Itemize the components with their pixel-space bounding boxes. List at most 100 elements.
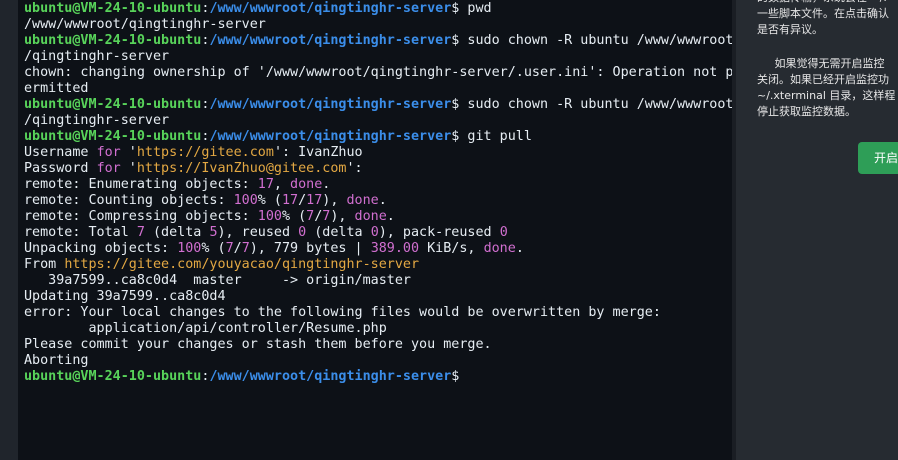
output-segment: . bbox=[378, 193, 387, 208]
output-segment: 5 bbox=[209, 225, 218, 240]
prompt-line: ubuntu@VM-24-10-ubuntu:/www/wwwroot/qing… bbox=[24, 369, 732, 385]
output-segment: (delta bbox=[144, 225, 210, 240]
prompt-command: $ sudo chown -R ubuntu /www/wwwroot bbox=[451, 97, 732, 112]
prompt-command: $ git pull bbox=[451, 129, 532, 144]
output-segment: 100 bbox=[233, 193, 258, 208]
prompt-line: ubuntu@VM-24-10-ubuntu:/www/wwwroot/qing… bbox=[24, 129, 732, 145]
output-line: Please commit your changes or stash them… bbox=[24, 337, 732, 353]
output-line: /qingtinghr-server bbox=[24, 49, 732, 65]
output-segment: 7 bbox=[225, 241, 234, 256]
output-text: error: Your local changes to the followi… bbox=[24, 305, 661, 320]
output-segment: (delta bbox=[306, 225, 371, 240]
prompt-command: $ pwd bbox=[451, 1, 492, 16]
output-line: chown: changing ownership of '/www/wwwro… bbox=[24, 65, 732, 81]
output-segment: / bbox=[298, 193, 307, 208]
output-text: 39a7599..ca8c0d4 master -> origin/master bbox=[24, 273, 411, 288]
output-text: Updating 39a7599..ca8c0d4 bbox=[24, 289, 226, 304]
prompt-line: ubuntu@VM-24-10-ubuntu:/www/wwwroot/qing… bbox=[24, 33, 732, 49]
output-segment: . bbox=[386, 209, 395, 224]
output-segment: done bbox=[483, 241, 516, 256]
output-segment: https://IvanZhuo@gitee.com bbox=[136, 161, 347, 176]
output-line: remote: Compressing objects: 100% (7/7),… bbox=[24, 209, 732, 225]
output-text: /qingtinghr-server bbox=[24, 49, 170, 64]
output-segment: remote: Total bbox=[24, 225, 137, 240]
prompt-line: ubuntu@VM-24-10-ubuntu:/www/wwwroot/qing… bbox=[24, 97, 732, 113]
output-segment: ' bbox=[120, 161, 137, 176]
output-line: /www/wwwroot/qingtinghr-server bbox=[24, 17, 732, 33]
output-line: remote: Total 7 (delta 5), reused 0 (del… bbox=[24, 225, 732, 241]
output-text: /qingtinghr-server bbox=[24, 113, 170, 128]
output-segment: 0 bbox=[370, 225, 379, 240]
output-segment: remote: Counting objects: bbox=[24, 193, 234, 208]
output-segment: From bbox=[24, 257, 65, 272]
output-text: Please commit your changes or stash them… bbox=[24, 337, 492, 352]
output-line: /qingtinghr-server bbox=[24, 113, 732, 129]
output-line: application/api/controller/Resume.php bbox=[24, 321, 732, 337]
output-segment: 7 bbox=[241, 241, 250, 256]
output-segment: ': bbox=[346, 161, 363, 176]
monitor-info-panel: 的数据传输，系统会在 ~/. 一些脚本文件。在点击确认 是否有异议。 如果觉得无… bbox=[736, 0, 898, 460]
output-segment: done bbox=[354, 209, 387, 224]
output-line: Unpacking objects: 100% (7/7), 779 bytes… bbox=[24, 241, 732, 257]
output-segment: 17 bbox=[306, 193, 323, 208]
output-segment: done bbox=[346, 193, 379, 208]
output-text: application/api/controller/Resume.php bbox=[24, 321, 387, 336]
monitor-info-text-1: 的数据传输，系统会在 ~/. 一些脚本文件。在点击确认 是否有异议。 bbox=[757, 0, 889, 36]
output-segment: https://gitee.com bbox=[136, 145, 274, 160]
output-segment: ), bbox=[330, 209, 355, 224]
output-line: error: Your local changes to the followi… bbox=[24, 305, 732, 321]
output-segment: % ( bbox=[257, 193, 282, 208]
output-segment: remote: Enumerating objects: bbox=[24, 177, 258, 192]
output-text: ermitted bbox=[24, 81, 89, 96]
output-segment: 17 bbox=[257, 177, 274, 192]
prompt-user: ubuntu@VM-24-10-ubuntu bbox=[24, 97, 202, 112]
output-line: remote: Enumerating objects: 17, done. bbox=[24, 177, 732, 193]
prompt-command: $ sudo chown -R ubuntu /www/wwwroot bbox=[451, 33, 732, 48]
prompt-command: $ bbox=[451, 369, 468, 384]
output-segment: for bbox=[96, 145, 121, 160]
prompt-user: ubuntu@VM-24-10-ubuntu bbox=[24, 369, 202, 384]
output-segment: . bbox=[515, 241, 524, 256]
prompt-user: ubuntu@VM-24-10-ubuntu bbox=[24, 129, 202, 144]
output-segment: ), 779 bytes | bbox=[249, 241, 371, 256]
output-segment: / bbox=[233, 241, 242, 256]
output-segment: 100 bbox=[177, 241, 202, 256]
terminal-pane[interactable]: ubuntu@VM-24-10-ubuntu:/www/wwwroot/qing… bbox=[18, 0, 732, 460]
prompt-path: /www/wwwroot/qingtinghr-server bbox=[209, 129, 452, 144]
terminal-output: ubuntu@VM-24-10-ubuntu:/www/wwwroot/qing… bbox=[24, 1, 732, 385]
output-segment: 100 bbox=[257, 209, 282, 224]
output-segment: ), pack-reused bbox=[378, 225, 500, 240]
output-segment: . bbox=[322, 177, 331, 192]
output-segment: ': IvanZhuo bbox=[273, 145, 363, 160]
output-line: 39a7599..ca8c0d4 master -> origin/master bbox=[24, 273, 732, 289]
output-line: Username for 'https://gitee.com': IvanZh… bbox=[24, 145, 732, 161]
output-segment: Password bbox=[24, 161, 97, 176]
output-segment: remote: Compressing objects: bbox=[24, 209, 258, 224]
output-segment: 0 bbox=[298, 225, 307, 240]
prompt-line: ubuntu@VM-24-10-ubuntu:/www/wwwroot/qing… bbox=[24, 1, 732, 17]
output-line: ermitted bbox=[24, 81, 732, 97]
output-text: chown: changing ownership of '/www/wwwro… bbox=[24, 65, 732, 80]
output-line: remote: Counting objects: 100% (17/17), … bbox=[24, 193, 732, 209]
output-segment: ), reused bbox=[217, 225, 299, 240]
output-segment: KiB/s, bbox=[419, 241, 484, 256]
output-segment: 17 bbox=[281, 193, 299, 208]
output-text: Aborting bbox=[24, 353, 89, 368]
enable-monitor-button[interactable]: 开启 bbox=[858, 142, 898, 174]
output-segment: 7 bbox=[136, 225, 145, 240]
output-line: Password for 'https://IvanZhuo@gitee.com… bbox=[24, 161, 732, 177]
output-segment: 0 bbox=[499, 225, 508, 240]
output-segment: Unpacking objects: bbox=[24, 241, 178, 256]
output-text: /www/wwwroot/qingtinghr-server bbox=[24, 17, 266, 32]
output-segment: for bbox=[96, 161, 121, 176]
output-segment: ), bbox=[322, 193, 347, 208]
left-gutter bbox=[0, 0, 18, 460]
monitor-info-text-2: 如果觉得无需开启监控 关闭。如果已经开启监控功 ~/.xterminal 目录，… bbox=[757, 57, 896, 118]
output-segment: 389.00 bbox=[370, 241, 420, 256]
output-segment: done bbox=[290, 177, 323, 192]
output-segment: Username bbox=[24, 145, 97, 160]
output-line: Updating 39a7599..ca8c0d4 bbox=[24, 289, 732, 305]
output-line: From https://gitee.com/youyacao/qingting… bbox=[24, 257, 732, 273]
prompt-path: /www/wwwroot/qingtinghr-server bbox=[209, 369, 452, 384]
prompt-user: ubuntu@VM-24-10-ubuntu bbox=[24, 1, 202, 16]
